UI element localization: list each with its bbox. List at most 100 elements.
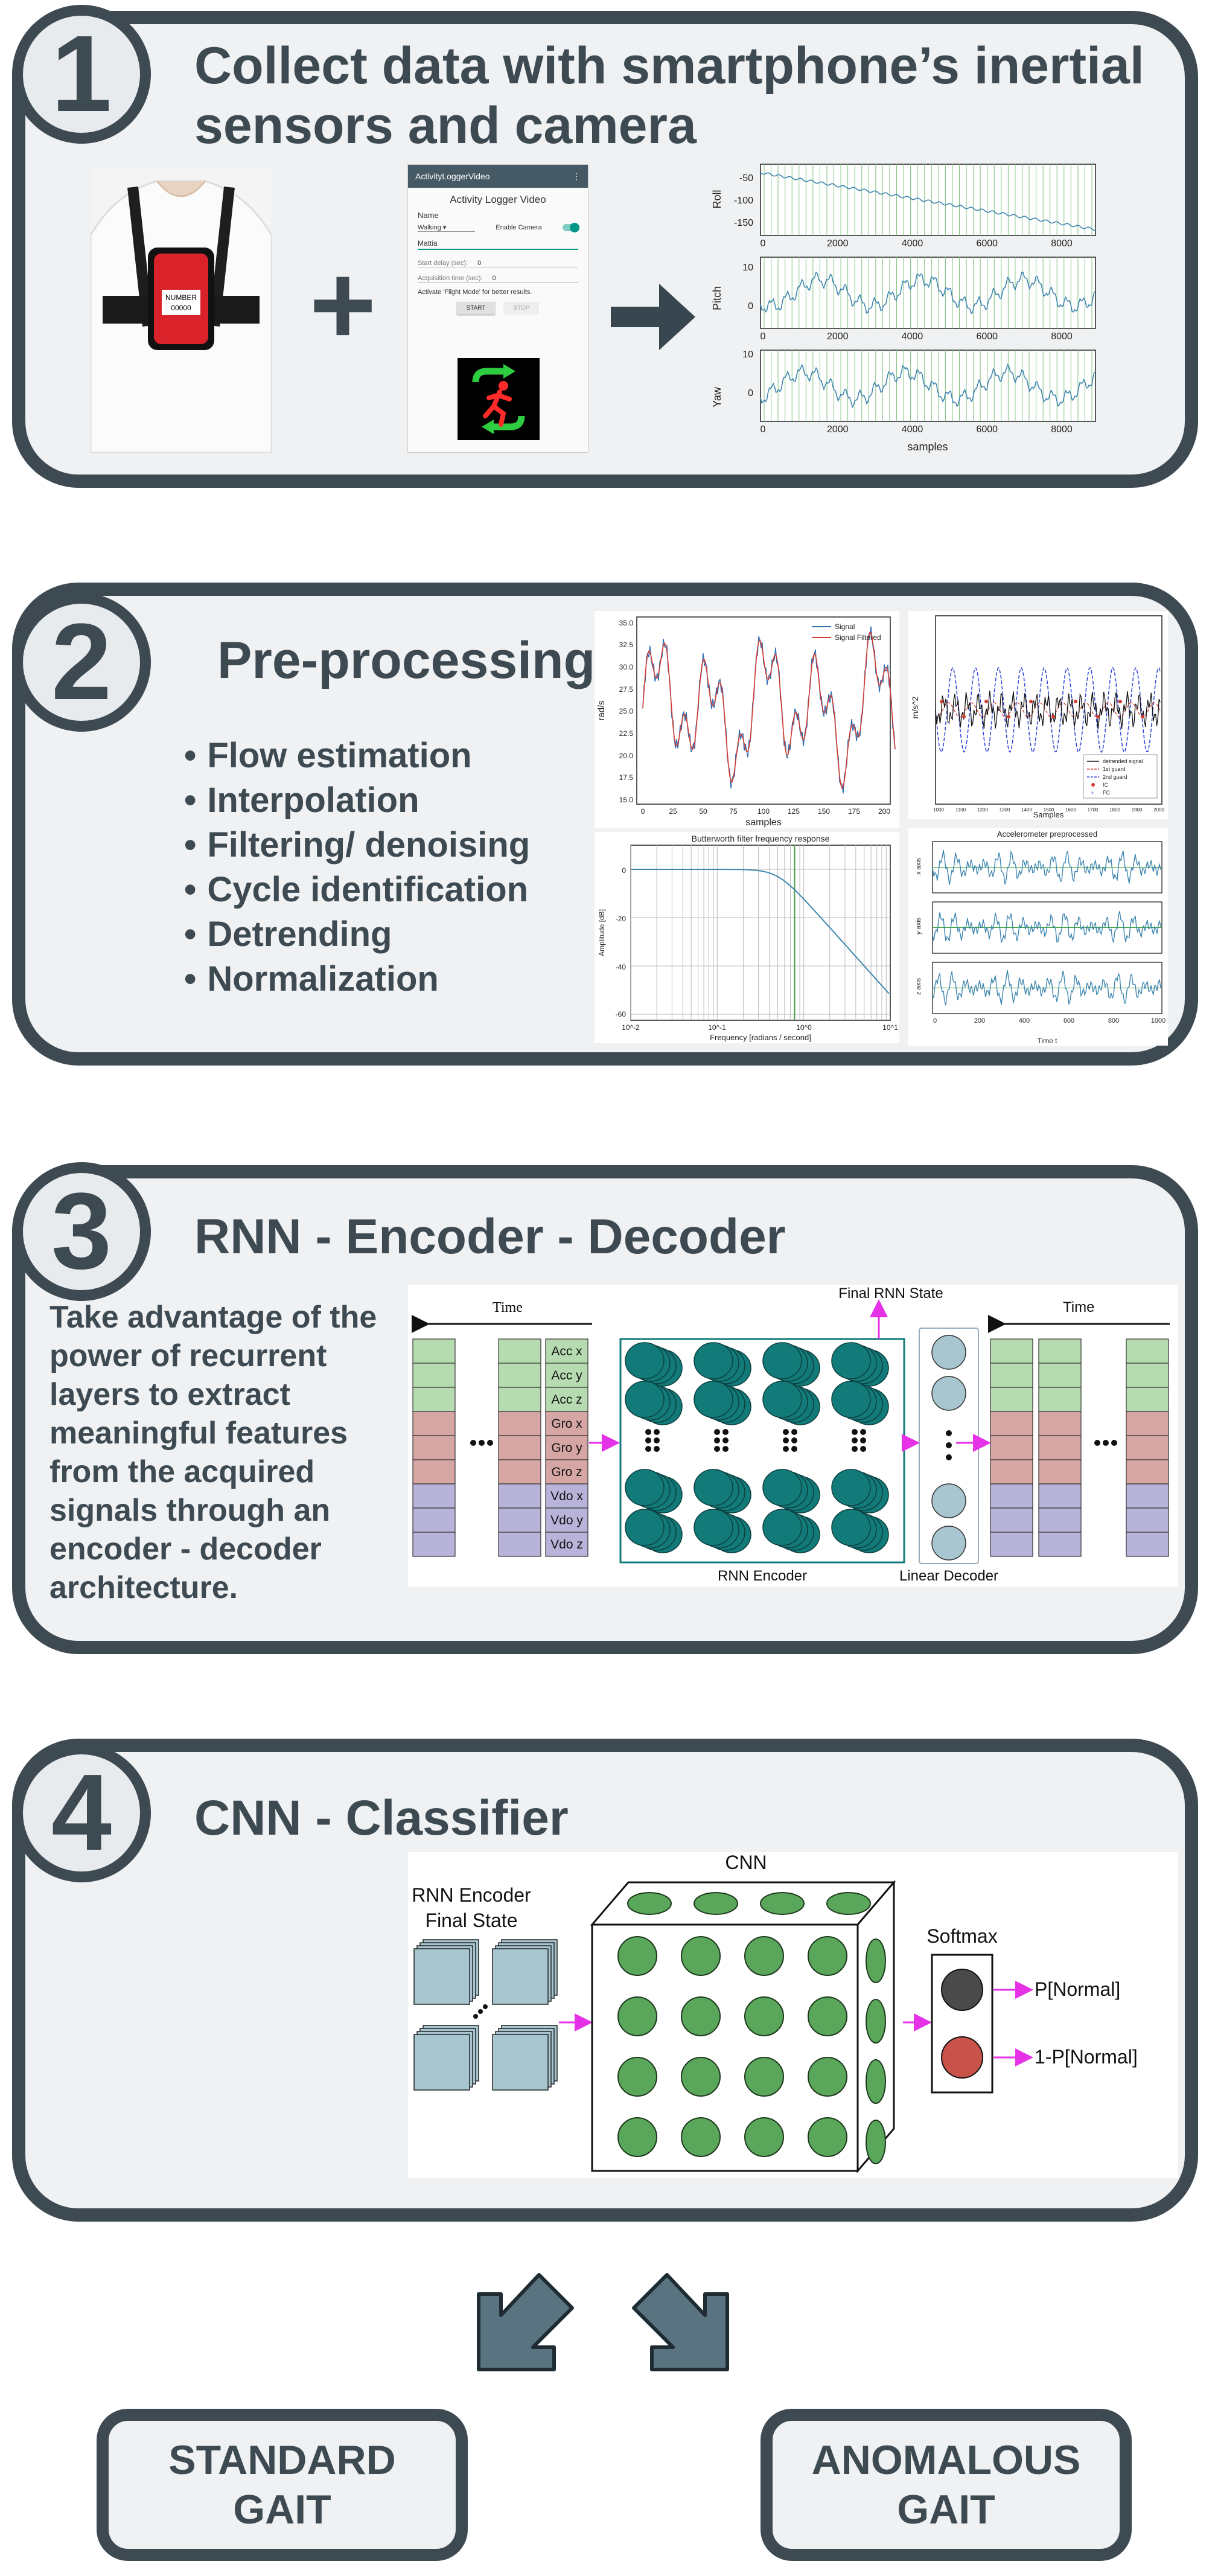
camera-toggle[interactable] (563, 223, 579, 232)
input-cell (1038, 1483, 1082, 1509)
bullet-flow-estimation: Flow estimation (184, 733, 530, 778)
chart-d-ylabel-1: y axis (915, 917, 922, 935)
person-with-chest-phone-photo: NUMBER 00000 (91, 169, 272, 453)
chart-c-xtick-1: 10^-1 (708, 1023, 726, 1032)
rpy-xtick: 8000 (1051, 331, 1073, 342)
start-delay-input[interactable]: 0 (477, 260, 481, 267)
cnn-unit (808, 1996, 847, 2036)
input-cell (990, 1459, 1033, 1485)
cnn-unit (681, 2057, 721, 2097)
input-cell (498, 1459, 541, 1485)
chart-a-legend-filtered: Signal Filtered (835, 633, 881, 642)
rpy-xtick: 8000 (1051, 424, 1073, 435)
stop-button[interactable]: STOP (503, 302, 540, 315)
decoder-unit (931, 1335, 966, 1370)
chart-c-xlabel: Frequency [radians / second] (710, 1033, 811, 1042)
chart-a-xtick: 100 (757, 807, 770, 816)
phone-sticker-line2: 00000 (171, 304, 191, 312)
chart-a-ytick-6: 20.0 (619, 752, 634, 760)
chart-d-xtick: 600 (1064, 1017, 1074, 1024)
cnn-unit (681, 1936, 721, 1976)
cnn-encoder-label-line1: RNN Encoder (412, 1884, 531, 1906)
start-button[interactable]: START (456, 302, 496, 315)
p-not-normal-label: 1-P[Normal] (1035, 2046, 1138, 2068)
decoder-ellipsis-dot (946, 1454, 952, 1460)
rnn-unit (694, 1381, 733, 1418)
rnn-unit (762, 1469, 802, 1506)
chart-c-xtick-2: 10^0 (796, 1023, 812, 1032)
rnn-ellipsis-dot (645, 1429, 651, 1435)
rpy-ytick-2-0: 10 (742, 350, 753, 360)
rpy-panel-1 (760, 257, 1096, 329)
input-cell (498, 1363, 541, 1388)
rnn-ellipsis-dot (791, 1446, 797, 1452)
rpy-ylabel-2: Yaw (711, 386, 723, 407)
rnn-ellipsis-dot (722, 1446, 729, 1452)
rnn-unit (694, 1469, 733, 1506)
softmax-normal-node (941, 1969, 983, 2011)
rnn-ellipsis-dot (645, 1437, 651, 1443)
rnn-unit (762, 1381, 802, 1418)
decoder-label: Linear Decoder (899, 1568, 998, 1584)
activity-dropdown[interactable]: Walking ▾ (418, 223, 475, 232)
rnn-unit (625, 1342, 665, 1379)
app-buttons: START STOP (408, 302, 588, 315)
rnn-ellipsis-dot (654, 1437, 660, 1443)
rnn-ellipsis-dot (860, 1429, 866, 1435)
anomalous-gait-box: ANOMALOUS GAIT (761, 2409, 1132, 2561)
chart-a-xtick: 25 (669, 807, 677, 816)
chart-a-xtick: 0 (641, 807, 645, 816)
decoder-ellipsis-dot (946, 1430, 952, 1436)
chart-c-ytick-1: -20 (616, 915, 627, 923)
rnn-ellipsis-dot (860, 1437, 866, 1443)
anomalous-gait-line2: GAIT (897, 2487, 995, 2533)
input-cell (1126, 1338, 1169, 1364)
input-cell (1126, 1483, 1169, 1509)
channel-label: Acc y (551, 1369, 582, 1382)
input-cell (1038, 1387, 1082, 1412)
input-cell (1038, 1532, 1082, 1557)
cnn-side-unit (866, 1938, 886, 1983)
input-cell (1126, 1363, 1169, 1388)
start-delay-row: Start delay (sec): 0 (418, 260, 578, 267)
chart-d-xlabel: Time t (1038, 1037, 1058, 1045)
input-cell (1126, 1411, 1169, 1436)
rpy-ytick-0-1: -100 (734, 196, 753, 206)
input-cell (990, 1338, 1033, 1364)
phone-sticker-line1: NUMBER (165, 293, 197, 302)
standard-gait-box: STANDARD GAIT (97, 2409, 468, 2561)
softmax-label: Softmax (926, 1925, 997, 1947)
chart-a-ytick-5: 22.5 (619, 729, 634, 738)
cycle-identification-chart: 1000 1100 1200 1300 1400 1500 1600 1700 1800 1900… (908, 611, 1168, 819)
cnn-unit (744, 1996, 784, 2036)
rnn-unit (625, 1509, 665, 1546)
encoder-state-map (492, 2034, 549, 2091)
arrow-right-icon (611, 284, 695, 350)
input-cell (1038, 1338, 1082, 1364)
step3-description: Take advantage of the power of recurrent… (49, 1300, 377, 1605)
step3-title: RNN - Encoder - Decoder (194, 1209, 786, 1264)
chart-b-legend-4: FC (1103, 790, 1110, 796)
rpy-xtick: 8000 (1051, 238, 1073, 249)
chart-a-ytick-0: 35.0 (619, 619, 634, 627)
rpy-ytick-0-2: -150 (734, 218, 753, 228)
overflow-menu-icon[interactable]: ⋮ (572, 171, 581, 182)
chart-b-xtick: 1700 (1088, 807, 1099, 813)
encoder-label: RNN Encoder (718, 1568, 807, 1584)
name-input[interactable]: Mattia (418, 239, 578, 250)
cnn-unit (744, 2117, 784, 2157)
rnn-unit (762, 1509, 802, 1546)
rpy-xtick: 4000 (902, 331, 923, 342)
input-cell (1038, 1363, 1082, 1388)
chart-d-xtick: 0 (933, 1017, 937, 1024)
chart-a-ytick-2: 30.0 (619, 663, 634, 671)
chart-a-ylabel: rad/s (596, 700, 607, 720)
chart-b-ic-point (1141, 715, 1144, 718)
encoder-state-map (413, 2034, 470, 2091)
acq-time-input[interactable]: 0 (493, 275, 496, 282)
chart-a-xtick: 150 (818, 807, 830, 816)
rpy-xlabel: samples (907, 441, 948, 453)
channel-label: Acc x (551, 1344, 582, 1358)
rnn-ellipsis-dot (791, 1429, 797, 1435)
rnn-ellipsis-dot (714, 1446, 720, 1452)
